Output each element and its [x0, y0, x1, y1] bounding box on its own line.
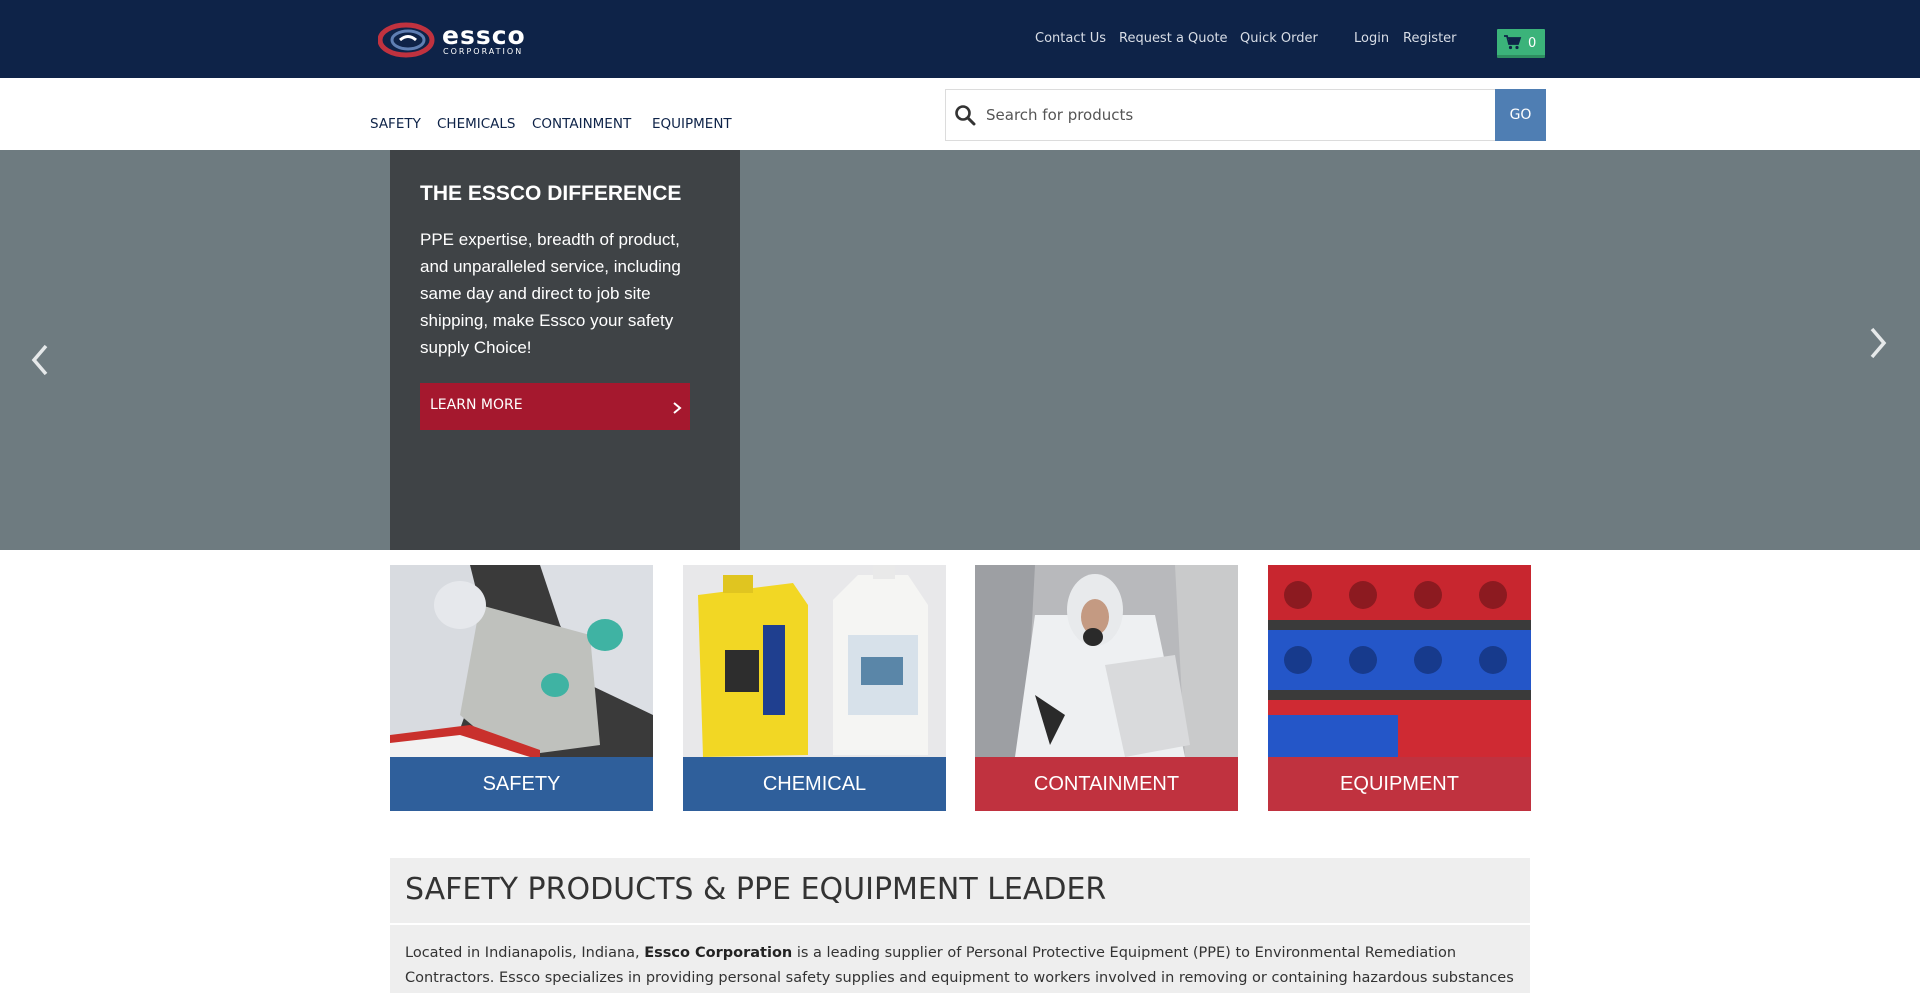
register-link[interactable]: Register [1403, 31, 1457, 47]
safety-workers-image [390, 565, 653, 757]
chevron-right-icon[interactable] [1866, 325, 1890, 361]
category-tile-containment[interactable]: CONTAINMENT [975, 565, 1238, 811]
top-bar: essco CORPORATION Contact Us Request a Q… [0, 0, 1920, 78]
category-label-equipment: EQUIPMENT [1268, 757, 1531, 811]
nav-equipment[interactable]: EQUIPMENT [652, 116, 732, 132]
cart-count: 0 [1528, 36, 1537, 51]
logo-swoosh-icon [378, 22, 435, 58]
learn-more-label: LEARN MORE [430, 397, 523, 413]
search-go-button[interactable]: GO [1495, 89, 1546, 141]
category-tile-chemical[interactable]: CHEMICAL [683, 565, 946, 811]
nav-containment[interactable]: CONTAINMENT [532, 116, 631, 132]
intro-paragraph: Located in Indianapolis, Indiana, Essco … [405, 941, 1525, 993]
intro-company-name: Essco Corporation [644, 945, 793, 961]
nav-safety[interactable]: SAFETY [370, 116, 421, 132]
hero-carousel: THE ESSCO DIFFERENCE PPE expertise, brea… [0, 150, 1920, 550]
category-tile-equipment[interactable]: EQUIPMENT [1268, 565, 1531, 811]
intro-text-before: Located in Indianapolis, Indiana, [405, 945, 645, 961]
category-label-containment: CONTAINMENT [975, 757, 1238, 811]
intro-heading-panel: SAFETY PRODUCTS & PPE EQUIPMENT LEADER [390, 858, 1530, 923]
cart-button[interactable]: 0 [1497, 29, 1545, 58]
intro-body-panel: Located in Indianapolis, Indiana, Essco … [390, 925, 1530, 993]
contact-us-link[interactable]: Contact Us [1035, 31, 1106, 47]
main-nav: SAFETY CHEMICALS CONTAINMENT EQUIPMENT G… [0, 78, 1920, 150]
logo-subtitle: CORPORATION [443, 47, 524, 56]
chemical-containers-image [683, 565, 946, 757]
search-input[interactable] [986, 91, 1486, 139]
quick-order-link[interactable]: Quick Order [1240, 31, 1318, 47]
category-tile-safety[interactable]: SAFETY [390, 565, 653, 811]
air-movers-image [1268, 565, 1531, 757]
containment-worker-image [975, 565, 1238, 757]
search-bar: GO [945, 89, 1546, 141]
hero-panel: THE ESSCO DIFFERENCE PPE expertise, brea… [390, 150, 740, 550]
intro-heading: SAFETY PRODUCTS & PPE EQUIPMENT LEADER [405, 872, 1107, 907]
category-label-chemical: CHEMICAL [683, 757, 946, 811]
hero-text: PPE expertise, breadth of product, and u… [420, 230, 681, 357]
logo-wordmark: essco [442, 21, 526, 50]
chevron-left-icon[interactable] [28, 342, 52, 378]
hero-title: THE ESSCO DIFFERENCE [420, 182, 682, 205]
shopping-cart-icon [1504, 35, 1522, 50]
learn-more-button[interactable]: LEARN MORE [420, 383, 690, 430]
category-label-safety: SAFETY [390, 757, 653, 811]
search-icon [955, 105, 976, 126]
chevron-right-icon [673, 402, 682, 414]
nav-chemicals[interactable]: CHEMICALS [437, 116, 516, 132]
login-link[interactable]: Login [1354, 31, 1389, 47]
essco-logo[interactable]: essco CORPORATION [378, 20, 538, 60]
request-quote-link[interactable]: Request a Quote [1119, 31, 1228, 47]
